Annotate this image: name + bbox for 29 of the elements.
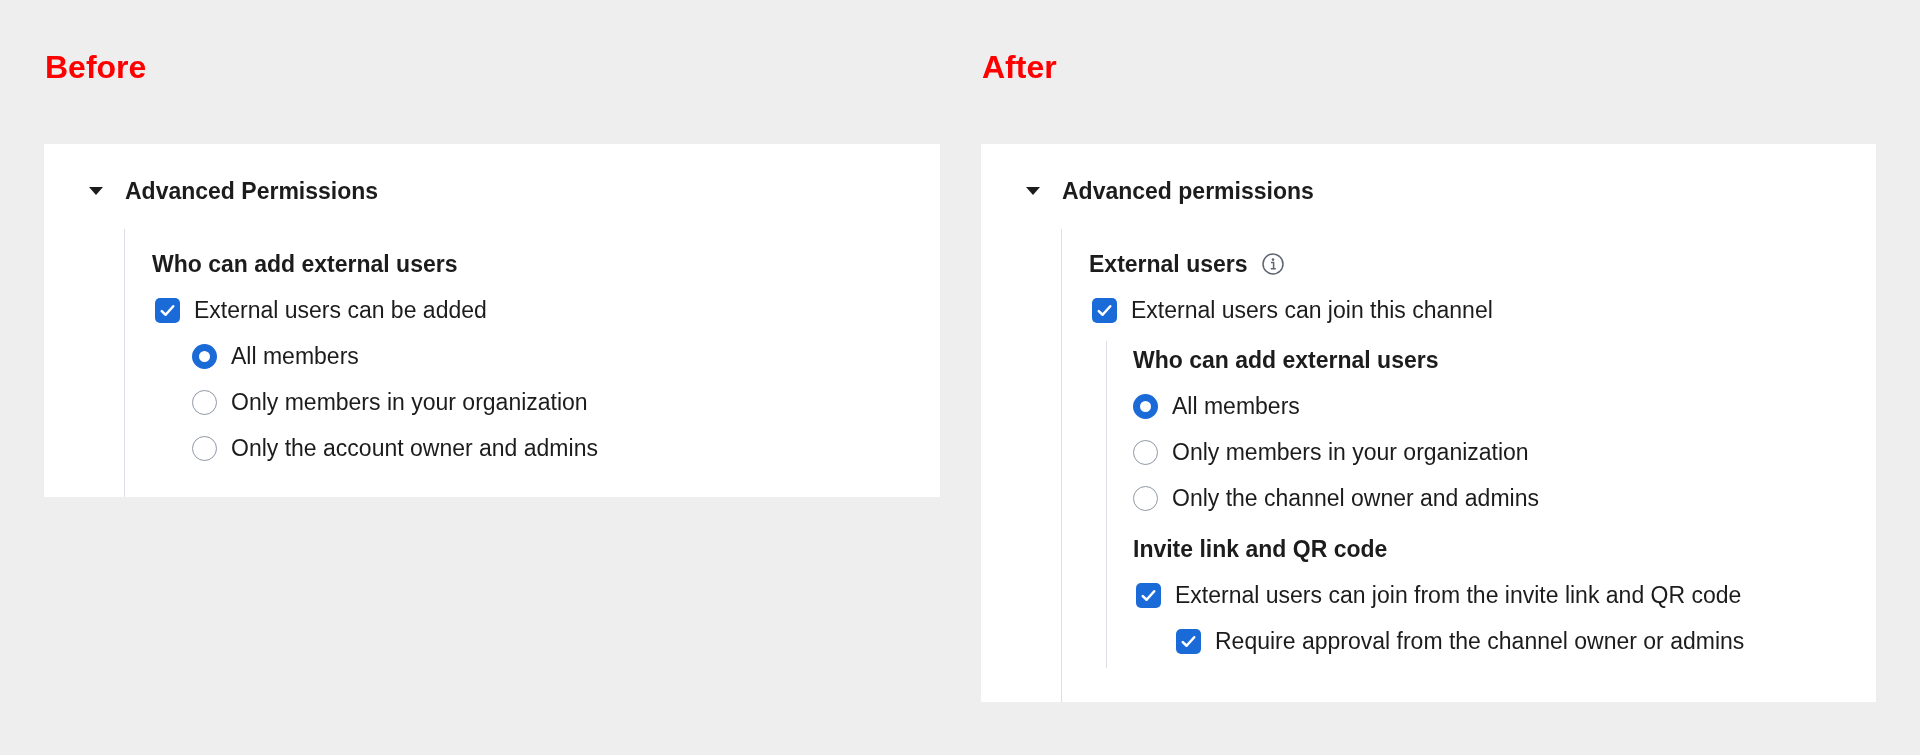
checkbox[interactable] [1136,582,1161,608]
comparison-label: Before [45,49,147,86]
radio-label[interactable]: Only members in your organization [231,388,588,416]
checkbox[interactable] [155,297,180,323]
checkbox-label[interactable]: External users can join this channel [1131,296,1493,324]
comparison-label: After [982,49,1057,86]
radio-button[interactable] [1133,393,1158,419]
info-icon[interactable] [1261,253,1284,275]
group-heading: Invite link and QR code [1133,535,1388,563]
group-heading: External users [1089,250,1248,278]
checkbox[interactable] [1092,297,1117,323]
radio-label[interactable]: Only members in your organization [1172,438,1529,466]
radio-label[interactable]: All members [231,342,359,370]
radio-button[interactable] [192,389,217,415]
group-heading: Who can add external users [1133,346,1439,374]
radio-button[interactable] [192,343,217,369]
radio-button[interactable] [192,435,217,461]
radio-label[interactable]: Only the account owner and admins [231,434,598,462]
checkbox[interactable] [1176,628,1201,654]
section-toggle[interactable]: Advanced Permissions [89,177,379,205]
radio-label[interactable]: All members [1172,392,1300,420]
radio-button[interactable] [1133,439,1158,465]
group-heading: Who can add external users [152,250,458,278]
checkbox-label[interactable]: Require approval from the channel owner or admins [1215,627,1745,655]
radio-label[interactable]: Only the channel owner and admins [1172,484,1539,512]
radio-button[interactable] [1133,485,1158,511]
checkbox-label[interactable]: External users can join from the invite link and QR code [1175,581,1742,609]
checkbox-label[interactable]: External users can be added [194,296,487,324]
section-toggle[interactable]: Advanced permissions [1026,177,1314,205]
